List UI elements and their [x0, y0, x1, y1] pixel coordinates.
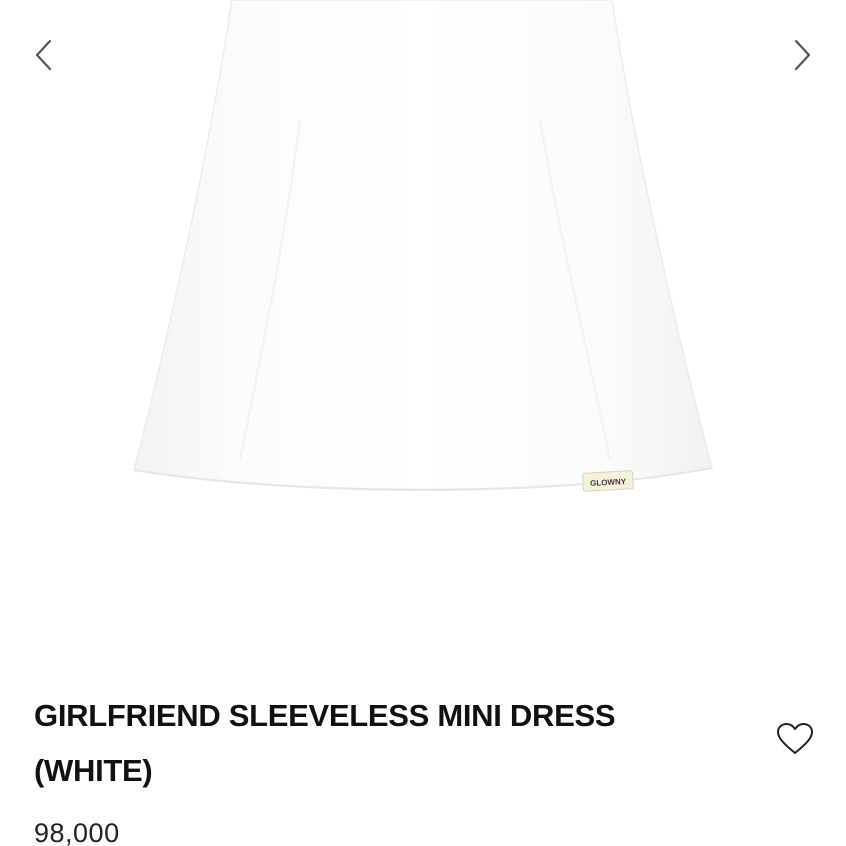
- chevron-right-icon: [794, 39, 811, 71]
- product-page: GLOWNY GIRLFRIEND SLEEVELESS MINI DRESS …: [0, 0, 846, 846]
- product-image-carousel[interactable]: GLOWNY: [0, 0, 846, 640]
- product-title-line1: GIRLFRIEND SLEEVELESS MINI DRESS: [34, 698, 616, 733]
- product-info: GIRLFRIEND SLEEVELESS MINI DRESS (WHITE): [34, 688, 754, 798]
- product-title-line2: (WHITE): [34, 753, 153, 788]
- chevron-left-icon: [35, 39, 52, 71]
- previous-image-button[interactable]: [22, 30, 66, 80]
- next-image-button[interactable]: [780, 30, 824, 80]
- brand-label-text: GLOWNY: [590, 477, 627, 488]
- wishlist-button[interactable]: [774, 718, 816, 760]
- product-image: GLOWNY: [133, 0, 713, 492]
- heart-outline-icon: [777, 723, 813, 754]
- product-price: 98,000: [34, 818, 120, 846]
- dress-body: [133, 0, 713, 490]
- brand-label-tag: GLOWNY: [582, 470, 634, 492]
- product-title: GIRLFRIEND SLEEVELESS MINI DRESS (WHITE): [34, 688, 754, 798]
